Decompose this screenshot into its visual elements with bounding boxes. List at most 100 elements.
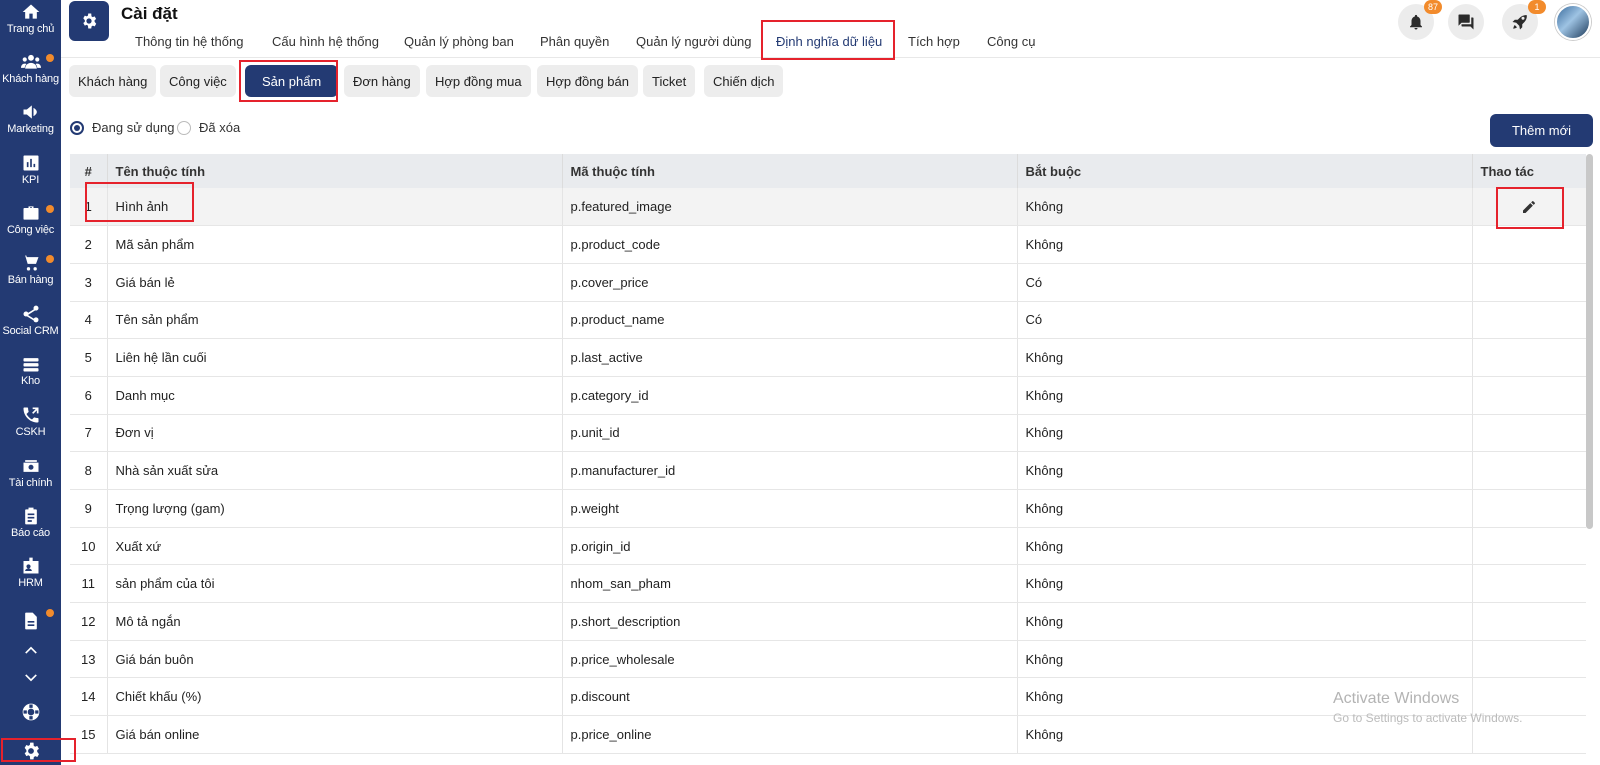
subtab-ticket[interactable]: Ticket bbox=[643, 65, 696, 97]
subtab-campaigns[interactable]: Chiến dịch bbox=[704, 65, 784, 97]
row-index: 4 bbox=[70, 301, 108, 340]
table-row[interactable]: 2 Mã sản phẩm p.product_code Không bbox=[70, 225, 1586, 264]
subtab-purchase-contracts[interactable]: Hợp đồng mua bbox=[426, 65, 531, 97]
row-code: p.manufacturer_id bbox=[562, 451, 1018, 490]
sidebar-item-label: Tài chính bbox=[8, 477, 53, 489]
attributes-table: # Tên thuộc tính Mã thuộc tính Bắt buộc … bbox=[70, 154, 1586, 765]
sidebar-item-kpi[interactable]: KPI bbox=[0, 153, 61, 186]
row-index: 3 bbox=[70, 263, 108, 302]
sidebar-item-cskh[interactable]: CSKH bbox=[0, 405, 61, 438]
row-actions bbox=[1472, 301, 1586, 340]
tab-highlight-box bbox=[761, 20, 895, 60]
tab-permissions[interactable]: Phân quyền bbox=[540, 34, 609, 49]
row-required: Không bbox=[1017, 338, 1473, 377]
notifications-button[interactable]: 87 bbox=[1398, 0, 1442, 40]
table-row[interactable]: 7 Đơn vị p.unit_id Không bbox=[70, 414, 1586, 453]
sidebar-item-label: Bán hàng bbox=[7, 274, 54, 286]
filter-in-use-label: Đang sử dụng bbox=[92, 120, 175, 135]
row-code: p.short_description bbox=[562, 602, 1018, 641]
table-row[interactable]: 13 Giá bán buôn p.price_wholesale Không bbox=[70, 640, 1586, 679]
rocket-button[interactable]: 1 bbox=[1502, 0, 1546, 40]
subtab-highlight-box bbox=[239, 60, 338, 102]
chat-icon bbox=[1458, 14, 1474, 30]
row-required: Có bbox=[1017, 301, 1473, 340]
row-index: 10 bbox=[70, 527, 108, 566]
add-new-button[interactable]: Thêm mới bbox=[1490, 114, 1593, 147]
stack-icon bbox=[23, 358, 38, 372]
sidebar-item-hrm[interactable]: HRM bbox=[0, 556, 61, 589]
sidebar-item-warehouse[interactable]: Kho bbox=[0, 354, 61, 387]
home-icon bbox=[22, 4, 39, 19]
scroll-down-button[interactable] bbox=[0, 668, 61, 688]
sidebar-item-customers[interactable]: Khách hàng bbox=[0, 52, 61, 85]
filter-in-use-radio[interactable]: Đang sử dụng bbox=[70, 120, 174, 135]
table-header-row: # Tên thuộc tính Mã thuộc tính Bắt buộc … bbox=[70, 154, 1586, 188]
row-actions bbox=[1472, 338, 1586, 377]
row-actions bbox=[1472, 640, 1586, 679]
sidebar-item-support[interactable] bbox=[0, 702, 61, 722]
subtab-orders[interactable]: Đơn hàng bbox=[344, 65, 420, 97]
table-scrollbar[interactable] bbox=[1586, 154, 1593, 529]
scroll-up-button[interactable] bbox=[0, 640, 61, 660]
row-required: Không bbox=[1017, 564, 1473, 604]
table-row[interactable]: 12 Mô tả ngắn p.short_description Không bbox=[70, 602, 1586, 641]
chat-button[interactable] bbox=[1448, 4, 1484, 40]
row-actions bbox=[1472, 527, 1586, 566]
row-index: 8 bbox=[70, 451, 108, 490]
subtab-sales-contracts[interactable]: Hợp đồng bán bbox=[537, 65, 638, 97]
row-required: Có bbox=[1017, 263, 1473, 302]
table-row[interactable]: 9 Trọng lượng (gam) p.weight Không bbox=[70, 489, 1586, 528]
tab-system-info[interactable]: Thông tin hệ thống bbox=[135, 34, 243, 49]
filter-deleted-radio[interactable]: Đã xóa bbox=[177, 120, 240, 135]
sidebar-item-sales[interactable]: Bán hàng bbox=[0, 253, 61, 286]
activation-watermark-text: Go to Settings to activate Windows. bbox=[1333, 711, 1523, 725]
table-row[interactable]: 6 Danh mục p.category_id Không bbox=[70, 376, 1586, 415]
tab-tools[interactable]: Công cụ bbox=[987, 34, 1035, 49]
sidebar-item-label: CSKH bbox=[15, 426, 46, 438]
sidebar-item-finance[interactable]: Tài chính bbox=[0, 456, 61, 489]
row-required: Không bbox=[1017, 489, 1473, 528]
sidebar-item-label: Social CRM bbox=[2, 325, 59, 337]
rocket-badge: 1 bbox=[1528, 0, 1546, 14]
row-index: 2 bbox=[70, 225, 108, 264]
sidebar-item-marketing[interactable]: Marketing bbox=[0, 102, 61, 135]
row-actions bbox=[1472, 489, 1586, 528]
table-row[interactable]: 3 Giá bán lẻ p.cover_price Có bbox=[70, 263, 1586, 302]
share-icon bbox=[23, 305, 38, 323]
table-row[interactable]: 8 Nhà sản xuất sửa p.manufacturer_id Không bbox=[70, 451, 1586, 490]
table-row[interactable]: 1 Hình ảnh p.featured_image Không bbox=[70, 188, 1586, 227]
tab-departments[interactable]: Quản lý phòng ban bbox=[404, 34, 514, 49]
subtab-customers[interactable]: Khách hàng bbox=[69, 65, 157, 97]
sidebar-item-home[interactable]: Trang chủ bbox=[0, 2, 61, 35]
table-row[interactable]: 11 sản phẩm của tôi nhom_san_pham Không bbox=[70, 564, 1586, 604]
clipboard-icon bbox=[24, 507, 37, 525]
row-actions bbox=[1472, 263, 1586, 302]
table-row[interactable]: 5 Liên hệ lần cuối p.last_active Không bbox=[70, 338, 1586, 377]
sidebar-item-social-crm[interactable]: Social CRM bbox=[0, 304, 61, 337]
chart-icon bbox=[23, 155, 38, 171]
row-actions bbox=[1472, 225, 1586, 264]
row-name: Chiết khấu (%) bbox=[107, 677, 563, 717]
sidebar-item-tasks[interactable]: Công việc bbox=[0, 203, 61, 236]
sidebar: Trang chủ Khách hàng Marketing KPI Công … bbox=[0, 0, 61, 765]
row-index: 13 bbox=[70, 640, 108, 679]
tab-integration[interactable]: Tích hợp bbox=[908, 34, 960, 49]
sidebar-item-documents[interactable] bbox=[0, 609, 61, 631]
tab-users[interactable]: Quản lý người dùng bbox=[636, 34, 752, 49]
row-code: p.category_id bbox=[562, 376, 1018, 415]
row-index: 12 bbox=[70, 602, 108, 641]
table-row[interactable]: 10 Xuất xứ p.origin_id Không bbox=[70, 527, 1586, 566]
document-icon bbox=[24, 612, 37, 630]
bell-icon bbox=[1410, 14, 1422, 30]
row-index: 5 bbox=[70, 338, 108, 377]
subtab-tasks[interactable]: Công việc bbox=[160, 65, 236, 97]
table-row[interactable]: 4 Tên sản phẩm p.product_name Có bbox=[70, 301, 1586, 340]
col-header-required: Bắt buộc bbox=[1017, 154, 1473, 188]
row-name: Danh mục bbox=[107, 376, 563, 415]
radio-unchecked-icon bbox=[177, 120, 191, 135]
avatar[interactable] bbox=[1555, 4, 1591, 40]
sidebar-item-reports[interactable]: Báo cáo bbox=[0, 506, 61, 539]
tab-system-config[interactable]: Cấu hình hệ thống bbox=[272, 34, 379, 49]
notification-dot bbox=[46, 255, 54, 263]
money-icon bbox=[23, 460, 38, 472]
